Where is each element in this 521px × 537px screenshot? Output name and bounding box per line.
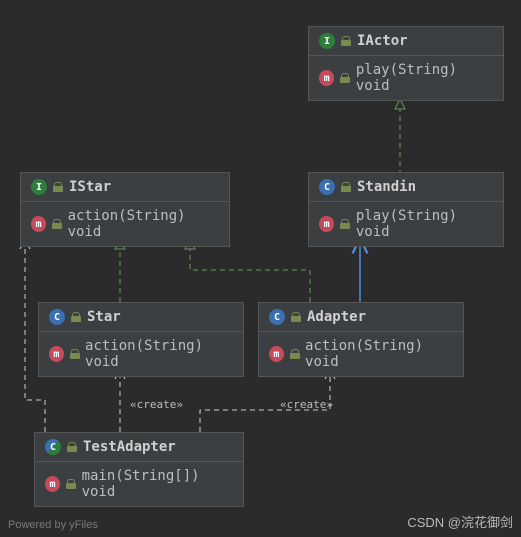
lock-icon <box>66 479 75 489</box>
interface-icon: I <box>319 33 335 49</box>
member-signature: play(String) void <box>356 208 493 240</box>
member-row: m action(String) void <box>259 332 463 376</box>
lock-icon <box>340 73 350 83</box>
class-name: Star <box>87 309 121 325</box>
class-name: IActor <box>357 33 408 49</box>
runnable-class-icon: C <box>45 439 61 455</box>
method-icon: m <box>319 216 334 232</box>
class-istar: I IStar m action(String) void <box>20 172 230 247</box>
lock-icon <box>291 312 301 322</box>
lock-icon <box>341 182 351 192</box>
method-icon: m <box>31 216 46 232</box>
class-star: C Star m action(String) void <box>38 302 244 377</box>
lock-icon <box>53 182 63 192</box>
class-title: I IActor <box>309 27 503 56</box>
class-title: C Standin <box>309 173 503 202</box>
member-row: m action(String) void <box>39 332 243 376</box>
class-name: IStar <box>69 179 111 195</box>
class-title: I IStar <box>21 173 229 202</box>
member-row: m action(String) void <box>21 202 229 246</box>
class-name: Adapter <box>307 309 366 325</box>
class-adapter: C Adapter m action(String) void <box>258 302 464 377</box>
member-row: m play(String) void <box>309 56 503 100</box>
lock-icon <box>52 219 61 229</box>
class-iactor: I IActor m play(String) void <box>308 26 504 101</box>
uml-diagram: { "classes": { "IActor": { "name": "IAct… <box>0 0 521 537</box>
class-icon: C <box>269 309 285 325</box>
edge-adapter-istar <box>190 240 310 302</box>
class-title: C TestAdapter <box>35 433 243 462</box>
method-icon: m <box>319 70 334 86</box>
lock-icon <box>341 36 351 46</box>
lock-icon <box>67 442 77 452</box>
lock-icon <box>290 349 299 359</box>
interface-icon: I <box>31 179 47 195</box>
create-stereotype-1: «create» <box>130 398 183 411</box>
member-signature: play(String) void <box>356 62 493 94</box>
watermark-yfiles: Powered by yFiles <box>8 519 98 531</box>
class-standin: C Standin m play(String) void <box>308 172 504 247</box>
class-name: Standin <box>357 179 416 195</box>
create-stereotype-2: «create» <box>280 398 333 411</box>
member-signature: main(String[]) void <box>82 468 233 500</box>
method-icon: m <box>49 346 64 362</box>
class-name: TestAdapter <box>83 439 176 455</box>
class-testadapter: C TestAdapter m main(String[]) void <box>34 432 244 507</box>
lock-icon <box>71 312 81 322</box>
lock-icon <box>70 349 79 359</box>
class-icon: C <box>49 309 65 325</box>
class-title: C Adapter <box>259 303 463 332</box>
watermark-csdn: CSDN @浣花御剑 <box>407 512 513 531</box>
method-icon: m <box>269 346 284 362</box>
member-signature: action(String) void <box>68 208 219 240</box>
lock-icon <box>340 219 350 229</box>
member-signature: action(String) void <box>305 338 453 370</box>
method-icon: m <box>45 476 60 492</box>
member-row: m main(String[]) void <box>35 462 243 506</box>
member-row: m play(String) void <box>309 202 503 246</box>
class-title: C Star <box>39 303 243 332</box>
member-signature: action(String) void <box>85 338 233 370</box>
class-icon: C <box>319 179 335 195</box>
